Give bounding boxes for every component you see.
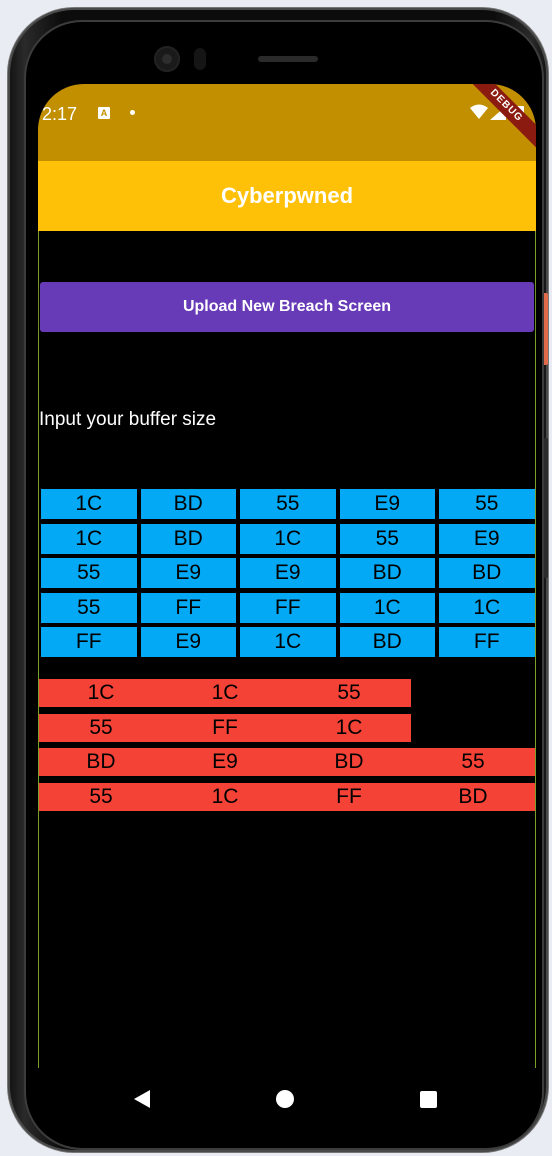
matrix-cell[interactable]: 1C [339, 592, 435, 623]
app-title: Cyberpwned [220, 183, 354, 208]
matrix-cell[interactable]: FF [439, 627, 535, 657]
sequence-code: FF [336, 784, 362, 808]
camera-icon [154, 46, 180, 72]
power-button [542, 293, 548, 365]
matrix-cell[interactable]: BD [339, 558, 435, 588]
app-bar: Cyberpwned [38, 161, 536, 231]
sequence-code: 1C [87, 681, 115, 704]
matrix-cell[interactable]: E9 [140, 627, 236, 657]
matrix-cell[interactable]: E9 [240, 558, 336, 588]
status-time: 2:17 [42, 104, 78, 124]
navigation-bar [38, 1068, 536, 1134]
buffer-size-label: Input your buffer size [39, 409, 217, 430]
code-matrix: 1C BD 55 E9 55 1C BD 1C 55 E9 55 E9 E9 BD BD 55 FF FF 1C 1C… [41, 489, 535, 662]
sequence-row: 1C 1C 55 [39, 679, 411, 707]
matrix-cell[interactable]: 55 [439, 489, 535, 519]
sequence-code: BD [86, 750, 116, 773]
matrix-cell[interactable]: FF [41, 627, 137, 657]
wifi-icon [470, 104, 488, 119]
matrix-cell[interactable]: BD [439, 558, 535, 588]
sequence-code: 1C [211, 784, 239, 808]
sequence-row: 55 FF 1C [39, 713, 411, 742]
matrix-cell[interactable]: FF [140, 592, 236, 623]
matrix-cell[interactable]: BD [140, 489, 236, 519]
sequence-code: BD [458, 784, 488, 808]
sequence-code: 55 [89, 784, 113, 808]
sequence-code: 1C [335, 715, 363, 739]
home-icon[interactable] [276, 1090, 294, 1108]
upload-breach-screen-button[interactable]: Upload New Breach Screen [40, 282, 534, 332]
sequence-code: 1C [211, 681, 239, 704]
sequence-list: 1C 1C 55 55 FF 1C BD E9 BD 55 55 1C FF BD [39, 679, 535, 817]
matrix-cell[interactable]: BD [339, 627, 435, 657]
sequence-row: 55 1C FF BD [39, 782, 535, 811]
matrix-cell[interactable]: 55 [240, 489, 336, 519]
sequence-code: E9 [212, 750, 238, 773]
sequence-code: 55 [461, 750, 485, 773]
screen: 2:17 A DEBUG Cyberpwned Upload New Breac… [38, 84, 536, 1134]
matrix-row: 55 E9 E9 BD BD [41, 558, 535, 588]
matrix-cell[interactable]: 1C [41, 489, 137, 519]
matrix-row: 1C BD 1C 55 E9 [41, 523, 535, 554]
recents-icon[interactable] [420, 1091, 437, 1108]
main-content: Upload New Breach Screen Input your buff… [38, 231, 536, 1069]
matrix-row: FF E9 1C BD FF [41, 627, 535, 657]
matrix-cell[interactable]: 1C [439, 592, 535, 623]
matrix-cell[interactable]: 1C [41, 523, 137, 554]
matrix-cell[interactable]: E9 [140, 558, 236, 588]
sequence-code: 55 [337, 681, 361, 704]
sequence-row: BD E9 BD 55 [39, 748, 535, 776]
matrix-row: 1C BD 55 E9 55 [41, 489, 535, 519]
matrix-cell[interactable]: 55 [339, 523, 435, 554]
matrix-cell[interactable]: 1C [240, 523, 336, 554]
notification-a-icon: A [98, 107, 110, 119]
matrix-cell[interactable]: 1C [240, 627, 336, 657]
speaker-grille [258, 56, 318, 62]
sensor-icon [194, 48, 206, 70]
sequence-code: FF [212, 715, 238, 739]
matrix-cell[interactable]: 55 [41, 558, 137, 588]
volume-button [542, 438, 548, 578]
status-bar: 2:17 A DEBUG [38, 84, 536, 161]
matrix-row: 55 FF FF 1C 1C [41, 592, 535, 623]
matrix-cell[interactable]: 55 [41, 592, 137, 623]
back-icon[interactable] [134, 1090, 150, 1108]
matrix-cell[interactable]: BD [140, 523, 236, 554]
matrix-cell[interactable]: FF [240, 592, 336, 623]
notification-dot-icon [130, 110, 135, 115]
matrix-cell[interactable]: E9 [339, 489, 435, 519]
phone-frame: 2:17 A DEBUG Cyberpwned Upload New Breac… [8, 8, 548, 1152]
sequence-code: BD [334, 750, 364, 773]
matrix-cell[interactable]: E9 [439, 523, 535, 554]
sequence-code: 55 [89, 715, 113, 739]
